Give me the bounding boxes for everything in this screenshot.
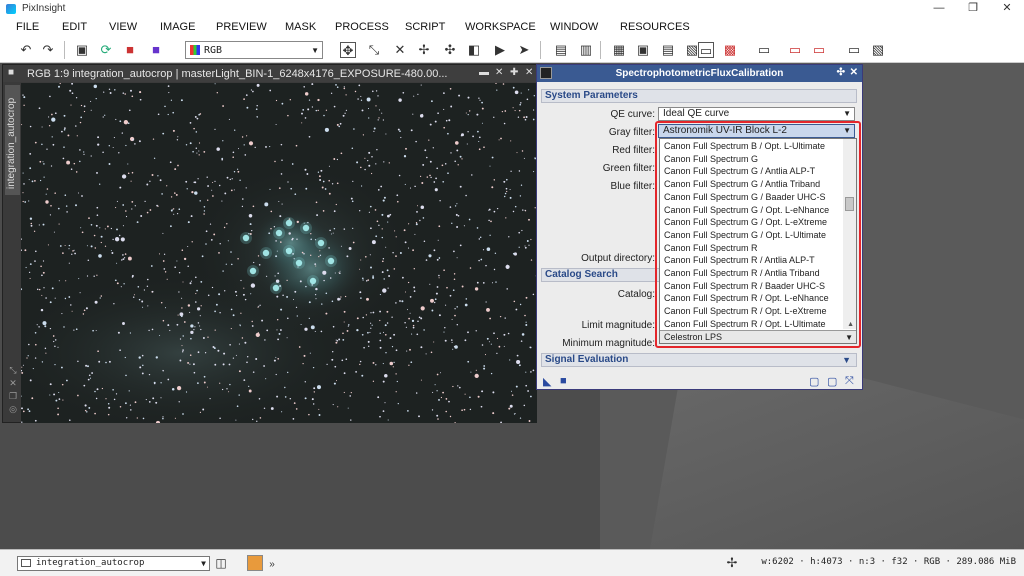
zoom-in-icon[interactable]: ✕ (392, 42, 408, 58)
clone-icon[interactable]: ▣ (74, 42, 90, 58)
link-icon[interactable]: ▭ (811, 42, 827, 58)
menu-script[interactable]: SCRIPT (405, 21, 445, 33)
stf-icon[interactable]: ▭ (756, 42, 772, 58)
limit-magnitude-label: Limit magnitude: (581, 320, 655, 331)
expand-icon[interactable]: ▼ (842, 354, 851, 366)
rgb-swatch-icon (190, 45, 200, 55)
reset-icon[interactable]: ▭ (846, 42, 862, 58)
red-filter-label: Red filter: (612, 145, 655, 156)
crosshair-icon[interactable]: ✢ (724, 555, 740, 571)
side-tools: ⤡ ✕ ❐ ◎ (6, 365, 20, 417)
maximize-icon[interactable]: ❐ (956, 0, 990, 17)
settings-icon[interactable]: ▧ (870, 42, 886, 58)
title-bar: PixInsight — ❐ ✕ (0, 0, 1024, 17)
color-icon[interactable]: ■ (148, 42, 164, 58)
menu-window[interactable]: WINDOW (550, 21, 598, 33)
panel-icon[interactable]: ▥ (578, 42, 594, 58)
minimize-icon[interactable]: — (922, 0, 956, 17)
window-icon[interactable]: ▤ (553, 42, 569, 58)
window-controls: — ❐ ✕ (922, 0, 1024, 17)
menu-preview[interactable]: PREVIEW (216, 21, 267, 33)
dynamic-crop-icon[interactable]: ▶ (492, 42, 508, 58)
image-window[interactable]: ■ RGB 1:9 integration_autocrop | masterL… (2, 64, 538, 423)
toolbar: ↶ ↷ ▣ ⟳ ■ ■ RGB ▼ ✥ ⤡ ✕ ✢ ✣ ◧ ▶ ➤ ▤ ▥ ▦ … (0, 37, 1024, 63)
apply-global-icon[interactable]: ■ (560, 375, 567, 387)
pin-icon[interactable]: ⤡ (6, 365, 20, 378)
browse-doc-icon[interactable]: ▢ (809, 375, 819, 388)
blue-filter-label: Blue filter: (610, 181, 655, 192)
section-signal-evaluation[interactable]: Signal Evaluation ▼ (541, 353, 857, 367)
minimum-magnitude-label: Minimum magnitude: (562, 338, 655, 349)
color-sample-icon[interactable] (247, 555, 263, 571)
history-icon[interactable]: ▣ (635, 42, 651, 58)
mask-icon[interactable]: ▩ (722, 42, 738, 58)
zoom-out-icon[interactable]: ✢ (416, 42, 432, 58)
menu-process[interactable]: PROCESS (335, 21, 389, 33)
status-bar: integration_autocrop ▼ ◫ » ✢ w:6202 · h:… (0, 549, 1024, 576)
cross-icon[interactable]: ✕ (6, 378, 20, 391)
edit-icon[interactable]: ▢ (827, 375, 837, 388)
catalog-label: Catalog: (617, 289, 655, 300)
doc-icon[interactable]: ▦ (611, 42, 627, 58)
redo-icon[interactable]: ↷ (40, 42, 56, 58)
pointer-icon[interactable]: ➤ (516, 42, 532, 58)
reset-icon[interactable]: ⤧ (845, 375, 854, 388)
undo-icon[interactable]: ↶ (18, 42, 34, 58)
channel-select[interactable]: RGB ▼ (185, 41, 323, 59)
close-icon[interactable]: ✕ (850, 67, 858, 78)
image-window-titlebar[interactable]: ■ RGB 1:9 integration_autocrop | masterL… (3, 65, 538, 82)
app-logo-icon (6, 3, 16, 14)
menu-edit[interactable]: EDIT (62, 21, 87, 33)
track-icon[interactable]: ▭ (787, 42, 803, 58)
menu-file[interactable]: FILE (16, 21, 39, 33)
chevron-down-icon: ▼ (311, 45, 319, 55)
qe-curve-label: QE curve: (610, 109, 655, 120)
app-title: PixInsight (22, 3, 66, 14)
new-instance-icon[interactable]: ◣ (543, 375, 551, 388)
monitor-icon[interactable]: ▭ (698, 42, 714, 58)
view-select[interactable]: integration_autocrop ▼ (17, 556, 210, 571)
chevron-down-icon: ▼ (201, 559, 206, 568)
zoom-fit-icon[interactable]: ⤡ (366, 42, 382, 58)
dialog-titlebar[interactable]: SpectrophotometricFluxCalibration ✣ ✕ (537, 65, 862, 82)
process-icon (540, 67, 552, 79)
copy-icon[interactable]: ❐ (6, 391, 20, 404)
output-directory-label: Output directory: (581, 253, 655, 264)
refresh-icon[interactable]: ⟳ (98, 42, 114, 58)
more-icon[interactable]: » (264, 557, 280, 573)
shade-icon[interactable]: ▬ (479, 67, 489, 78)
menu-view[interactable]: VIEW (109, 21, 137, 33)
annotation-highlight (655, 121, 861, 348)
pan-icon[interactable]: ✥ (340, 42, 356, 58)
image-canvas[interactable] (21, 83, 537, 423)
menu-workspace[interactable]: WORKSPACE (465, 21, 536, 33)
shade-icon[interactable]: ✣ (837, 67, 845, 78)
min-icon[interactable]: ✕ (495, 67, 503, 78)
menu-mask[interactable]: MASK (285, 21, 316, 33)
menu-image[interactable]: IMAGE (160, 21, 195, 33)
green-filter-label: Green filter: (602, 163, 655, 174)
readout-icon[interactable]: ✣ (442, 42, 458, 58)
channels-icon[interactable]: ■ (122, 42, 138, 58)
preview-icon[interactable]: ◧ (466, 42, 482, 58)
section-system-parameters[interactable]: System Parameters (541, 89, 857, 103)
image-info: w:6202 · h:4073 · n:3 · f32 · RGB · 289.… (761, 557, 1016, 567)
image-icon (21, 559, 31, 567)
max-icon[interactable]: ✚ (510, 67, 518, 78)
chevron-down-icon: ▼ (843, 109, 851, 118)
qe-curve-select[interactable]: Ideal QE curve ▼ (658, 107, 855, 121)
close-icon[interactable]: ✕ (990, 0, 1024, 17)
script-icon[interactable]: ▤ (660, 42, 676, 58)
close-icon[interactable]: ✕ (525, 67, 533, 78)
preview-toggle-icon[interactable]: ◫ (213, 555, 229, 571)
menu-resources[interactable]: RESOURCES (620, 21, 690, 33)
view-identifier-tab[interactable]: integration_autocrop (5, 85, 20, 195)
menu-bar: FILE EDIT VIEW IMAGE PREVIEW MASK PROCESS SCRIP… (0, 17, 1024, 37)
target-icon[interactable]: ◎ (6, 404, 20, 417)
gray-filter-label: Gray filter: (608, 127, 655, 138)
dialog-footer: ◣ ■ ▢ ▢ ⤧ (537, 372, 862, 390)
window-menu-icon[interactable]: ■ (8, 67, 14, 78)
